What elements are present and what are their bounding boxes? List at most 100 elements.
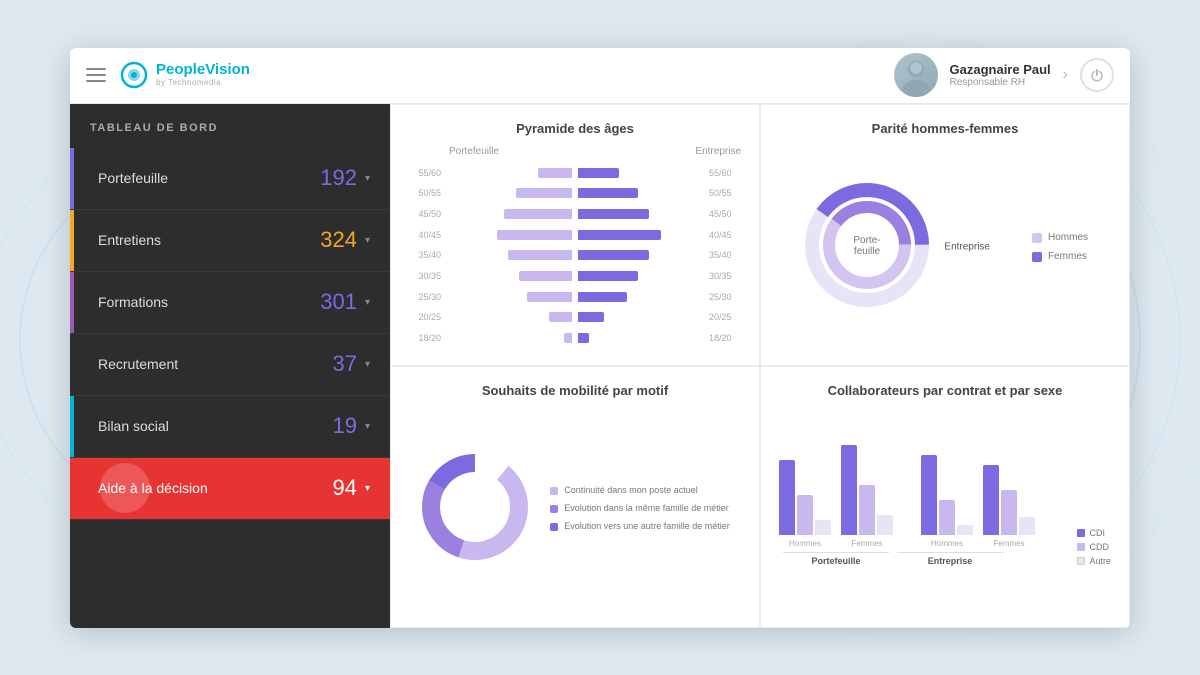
bar-ef-cdd	[1001, 490, 1017, 535]
logo-main: PeopleVision	[156, 62, 250, 79]
sidebar-item-portefeuille[interactable]: Portefeuille 192 ▾	[70, 148, 390, 210]
pyramid-right-side	[578, 312, 704, 322]
parite-legend: Hommes Femmes	[1032, 232, 1088, 262]
autre-dot	[1077, 557, 1085, 565]
sidebar-item-aide[interactable]: Aide à la décision 94 ▾	[70, 458, 390, 520]
pyramid-age-label-r: 50/55	[709, 188, 741, 198]
pyramid-left-side	[446, 168, 572, 178]
power-button[interactable]	[1080, 58, 1114, 92]
pyramid-bar-right	[578, 312, 604, 322]
user-avatar	[894, 53, 938, 97]
pyramid-bar-left	[497, 230, 572, 240]
pyramid-bar-right	[578, 250, 649, 260]
bilan-accent	[70, 396, 74, 457]
pyramid-left-side	[446, 188, 572, 198]
portefeuille-label: Portefeuille	[90, 170, 320, 186]
pyramid-age-label-r: 30/35	[709, 271, 741, 281]
mobilite-donut-svg	[420, 452, 530, 562]
collab-group-ph: Hommes	[779, 460, 831, 548]
header-right: Gazagnaire Paul Responsable RH ›	[894, 53, 1114, 97]
pyramid-age-label-r: 20/25	[709, 312, 741, 322]
charts-area: Pyramide des âges Portefeuille Entrepris…	[390, 104, 1130, 628]
svg-text:Porte-: Porte-	[853, 235, 880, 246]
pyramid-age-label: 30/35	[409, 271, 441, 281]
formations-count: 301	[320, 289, 357, 315]
sidebar-title: TABLEAU DE BORD	[70, 104, 390, 148]
pyramid-right-side	[578, 292, 704, 302]
sidebar-item-recrutement[interactable]: Recrutement 37 ▾	[70, 334, 390, 396]
mobilite-legend-1: Evolution dans la même famille de métier	[550, 503, 730, 515]
hamburger-menu[interactable]	[86, 68, 106, 82]
parite-body: Porte- feuille Entreprise Hommes	[779, 146, 1111, 349]
logo-area: PeopleVision by Technomedia	[120, 61, 250, 89]
formations-arrow-icon: ▾	[365, 297, 370, 308]
recrutement-accent	[70, 334, 74, 395]
user-info: Gazagnaire Paul Responsable RH	[950, 62, 1051, 88]
section-label-entreprise: Entreprise	[897, 552, 1003, 566]
pyramid-bar-left	[504, 209, 572, 219]
user-chevron-icon[interactable]: ›	[1063, 66, 1068, 84]
pyramide-title: Pyramide des âges	[409, 121, 741, 136]
logo-sub: by Technomedia	[156, 79, 250, 88]
bar-pf-cdi	[841, 445, 857, 535]
label-eh: Hommes	[931, 539, 963, 548]
legend-cdd: CDD	[1077, 542, 1111, 552]
sidebar: TABLEAU DE BORD Portefeuille 192 ▾ Entre…	[70, 104, 390, 628]
entretiens-count: 324	[320, 227, 357, 253]
hommes-dot	[1032, 233, 1042, 243]
pyramid-left-label: Portefeuille	[409, 146, 499, 157]
pyramid-age-label: 35/40	[409, 250, 441, 260]
bar-pf-autre	[877, 515, 893, 535]
pyramide-body: Portefeuille Entreprise 55/60 55/60 50/5…	[409, 146, 741, 349]
autre-label: Autre	[1089, 556, 1111, 566]
pyramid-age-label-r: 45/50	[709, 209, 741, 219]
cdd-label: CDD	[1089, 542, 1109, 552]
pyramid-age-label: 18/20	[409, 333, 441, 343]
logo-vision: Vision	[205, 61, 250, 78]
app-window: PeopleVision by Technomedia	[70, 48, 1130, 628]
entretiens-accent	[70, 210, 74, 271]
hommes-legend-label: Hommes	[1048, 232, 1088, 243]
parite-donut-wrap: Porte- feuille Entreprise	[802, 180, 932, 315]
pyramid-bar-right	[578, 271, 638, 281]
parite-title: Parité hommes-femmes	[779, 121, 1111, 136]
collaborateurs-title: Collaborateurs par contrat et par sexe	[779, 383, 1111, 398]
legend-femmes: Femmes	[1032, 251, 1088, 262]
mobilite-dot-2	[550, 523, 558, 531]
pyramid-age-label-r: 25/30	[709, 292, 741, 302]
mobilite-dot-1	[550, 505, 558, 513]
chart-pyramide: Pyramide des âges Portefeuille Entrepris…	[390, 104, 760, 366]
mobilite-label-1: Evolution dans la même famille de métier	[564, 503, 729, 515]
bar-eh-cdd	[939, 500, 955, 535]
portefeuille-accent	[70, 148, 74, 209]
pyramid-bar-left	[508, 250, 572, 260]
pyramid-left-side	[446, 333, 572, 343]
sidebar-item-bilan[interactable]: Bilan social 19 ▾	[70, 396, 390, 458]
collab-bars-eh	[921, 455, 973, 535]
recrutement-count: 37	[332, 351, 356, 377]
bilan-label: Bilan social	[90, 418, 332, 434]
formations-accent	[70, 272, 74, 333]
sidebar-item-formations[interactable]: Formations 301 ▾	[70, 272, 390, 334]
entretiens-arrow-icon: ▾	[365, 235, 370, 246]
legend-autre: Autre	[1077, 556, 1111, 566]
chart-mobilite: Souhaits de mobilité par motif	[390, 366, 760, 628]
collab-group-pf: Femmes	[841, 445, 893, 548]
bar-ph-cdd	[797, 495, 813, 535]
logo-text: PeopleVision by Technomedia	[156, 62, 250, 87]
bar-ef-autre	[1019, 517, 1035, 535]
collab-bars-wrap: Hommes Femmes	[779, 452, 1059, 566]
pyramid-row: 20/25 20/25	[409, 310, 741, 324]
collab-bars-ph	[779, 460, 831, 535]
sidebar-item-entretiens[interactable]: Entretiens 324 ▾	[70, 210, 390, 272]
pyramid-bar-right	[578, 230, 661, 240]
pyramid-bar-left	[516, 188, 572, 198]
bar-eh-cdi	[921, 455, 937, 535]
legend-hommes: Hommes	[1032, 232, 1088, 243]
pyramid-row: 45/50 45/50	[409, 207, 741, 221]
femmes-legend-label: Femmes	[1048, 251, 1087, 262]
pyramid-bar-left	[527, 292, 572, 302]
collaborateurs-body: Hommes Femmes	[779, 408, 1111, 611]
mobilite-legend-0: Continuité dans mon poste actuel	[550, 485, 730, 497]
pyramid-age-label: 45/50	[409, 209, 441, 219]
